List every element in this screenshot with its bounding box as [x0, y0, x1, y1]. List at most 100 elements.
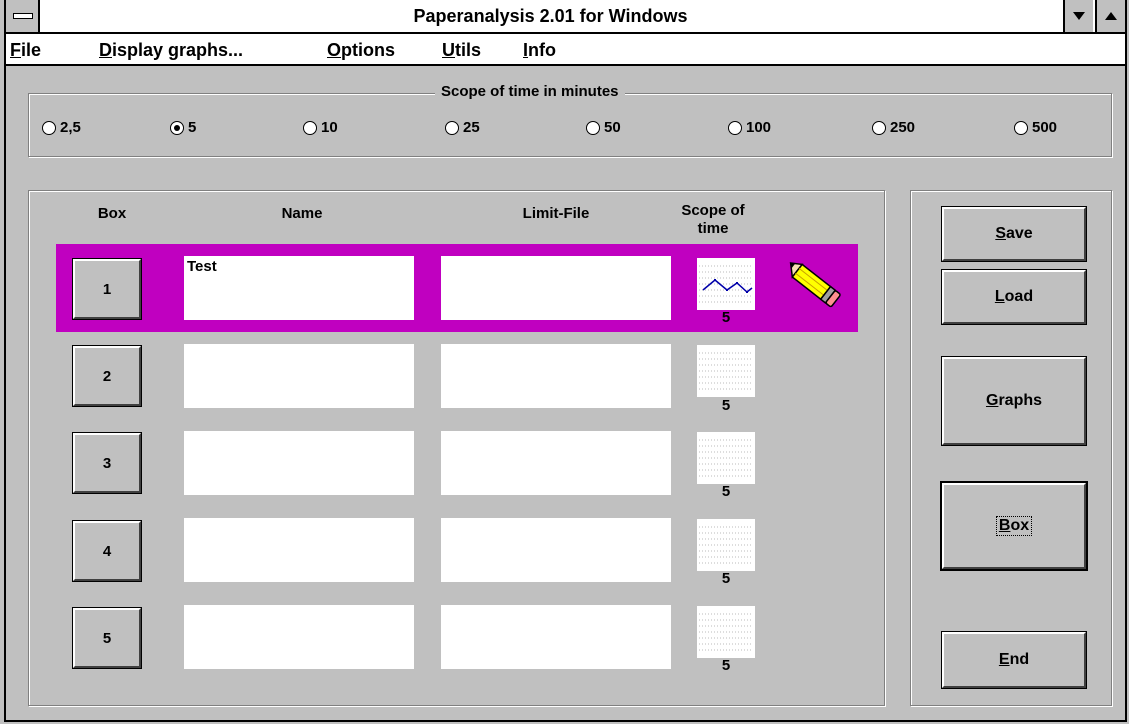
limit-file-field-4[interactable] [441, 518, 671, 582]
scope-value-5: 5 [721, 657, 731, 674]
button-label: raphs [998, 392, 1043, 409]
system-menu-button[interactable] [6, 0, 40, 32]
radio-label: 10 [321, 119, 338, 136]
column-header-box: Box [97, 205, 127, 222]
scope-value-4: 5 [721, 570, 731, 587]
name-field-3[interactable] [184, 431, 414, 495]
scope-group-label: Scope of time in minutes [435, 83, 625, 100]
column-header-scope: Scope of time [681, 202, 745, 237]
radio-label: 5 [188, 119, 197, 136]
graph-preview-icon [699, 352, 753, 390]
button-mnemonic: L [994, 288, 1005, 305]
menu-label: nfo [528, 40, 556, 60]
scope-value-1: 5 [721, 309, 731, 326]
box-button-3[interactable]: 3 [72, 432, 142, 494]
limit-file-field-1[interactable] [441, 256, 671, 320]
box-number: 4 [102, 542, 112, 560]
scope-radio-250[interactable]: 250 [872, 119, 915, 136]
name-field-4[interactable] [184, 518, 414, 582]
column-header-limit-file: Limit-File [522, 205, 590, 222]
graph-preview-icon [699, 613, 753, 651]
radio-label: 25 [463, 119, 480, 136]
radio-label: 100 [746, 119, 772, 136]
name-field-1[interactable]: Test [184, 256, 414, 320]
menu-bar: File Display graphs... Options Utils Inf… [6, 34, 1125, 66]
scope-graph-thumbnail-5[interactable] [697, 606, 755, 658]
scope-value-3: 5 [721, 483, 731, 500]
name-field-5[interactable] [184, 605, 414, 669]
menu-label: tils [455, 40, 482, 60]
menu-label: ile [21, 40, 42, 60]
title-bar: Paperanalysis 2.01 for Windows [6, 0, 1125, 34]
box-button-2[interactable]: 2 [72, 345, 142, 407]
box-button-5[interactable]: 5 [72, 607, 142, 669]
radio-circle [42, 120, 56, 135]
end-button[interactable]: End [941, 631, 1087, 689]
menu-mnemonic: O [327, 40, 342, 60]
menu-label: isplay graphs... [112, 40, 244, 60]
radio-label: 2,5 [60, 119, 81, 136]
box-button[interactable]: Box [940, 481, 1088, 571]
radio-label: 500 [1032, 119, 1058, 136]
radio-circle [872, 120, 886, 135]
limit-file-field-5[interactable] [441, 605, 671, 669]
scope-value-2: 5 [721, 397, 731, 414]
radio-circle [586, 120, 600, 135]
load-button[interactable]: Load [941, 269, 1087, 325]
pencil-icon[interactable] [778, 256, 844, 312]
box-number: 3 [102, 454, 112, 472]
limit-file-field-2[interactable] [441, 344, 671, 408]
maximize-button[interactable] [1095, 0, 1125, 32]
button-label: nd [1009, 651, 1030, 668]
radio-circle-selected [170, 120, 184, 135]
scope-graph-thumbnail-1[interactable] [697, 258, 755, 310]
radio-circle [728, 120, 742, 135]
actions-group [910, 190, 1112, 706]
system-menu-icon [13, 13, 33, 19]
menu-options[interactable]: Options [327, 40, 395, 61]
graphs-button[interactable]: Graphs [941, 356, 1087, 446]
button-label: ave [1005, 225, 1033, 242]
menu-info[interactable]: Info [523, 40, 556, 61]
button-mnemonic: G [985, 392, 999, 409]
radio-circle [1014, 120, 1028, 135]
box-number: 5 [102, 629, 112, 647]
menu-display-graphs[interactable]: Display graphs... [99, 40, 243, 61]
menu-file[interactable]: File [10, 40, 41, 61]
button-label: ox [1010, 517, 1030, 534]
minimize-button[interactable] [1063, 0, 1093, 32]
column-header-name: Name [281, 205, 323, 222]
radio-label: 50 [604, 119, 621, 136]
box-button-1[interactable]: 1 [72, 258, 142, 320]
graph-preview-icon [699, 265, 753, 303]
button-mnemonic: E [998, 651, 1010, 668]
box-number: 1 [102, 280, 112, 298]
menu-label: ptions [341, 40, 396, 60]
window-title: Paperanalysis 2.01 for Windows [413, 6, 688, 26]
limit-file-field-3[interactable] [441, 431, 671, 495]
menu-utils[interactable]: Utils [442, 40, 481, 61]
button-mnemonic: B [998, 517, 1011, 534]
scope-radio-500[interactable]: 500 [1014, 119, 1057, 136]
graph-preview-icon [699, 439, 753, 477]
box-button-4[interactable]: 4 [72, 520, 142, 582]
save-button[interactable]: Save [941, 206, 1087, 262]
maximize-icon [1105, 12, 1117, 20]
graph-preview-icon [699, 526, 753, 564]
button-mnemonic: S [995, 225, 1006, 242]
scope-radio-25[interactable]: 25 [445, 119, 480, 136]
scope-radio-2-5[interactable]: 2,5 [42, 119, 81, 136]
minimize-icon [1073, 12, 1085, 20]
scope-radio-100[interactable]: 100 [728, 119, 771, 136]
scope-radio-50[interactable]: 50 [586, 119, 621, 136]
scope-graph-thumbnail-2[interactable] [697, 345, 755, 397]
scope-graph-thumbnail-3[interactable] [697, 432, 755, 484]
name-field-2[interactable] [184, 344, 414, 408]
menu-mnemonic: U [442, 40, 455, 60]
scope-radio-5[interactable]: 5 [170, 119, 196, 136]
radio-circle [303, 120, 317, 135]
menu-mnemonic: F [10, 40, 21, 60]
scope-graph-thumbnail-4[interactable] [697, 519, 755, 571]
menu-mnemonic: D [99, 40, 112, 60]
scope-radio-10[interactable]: 10 [303, 119, 338, 136]
